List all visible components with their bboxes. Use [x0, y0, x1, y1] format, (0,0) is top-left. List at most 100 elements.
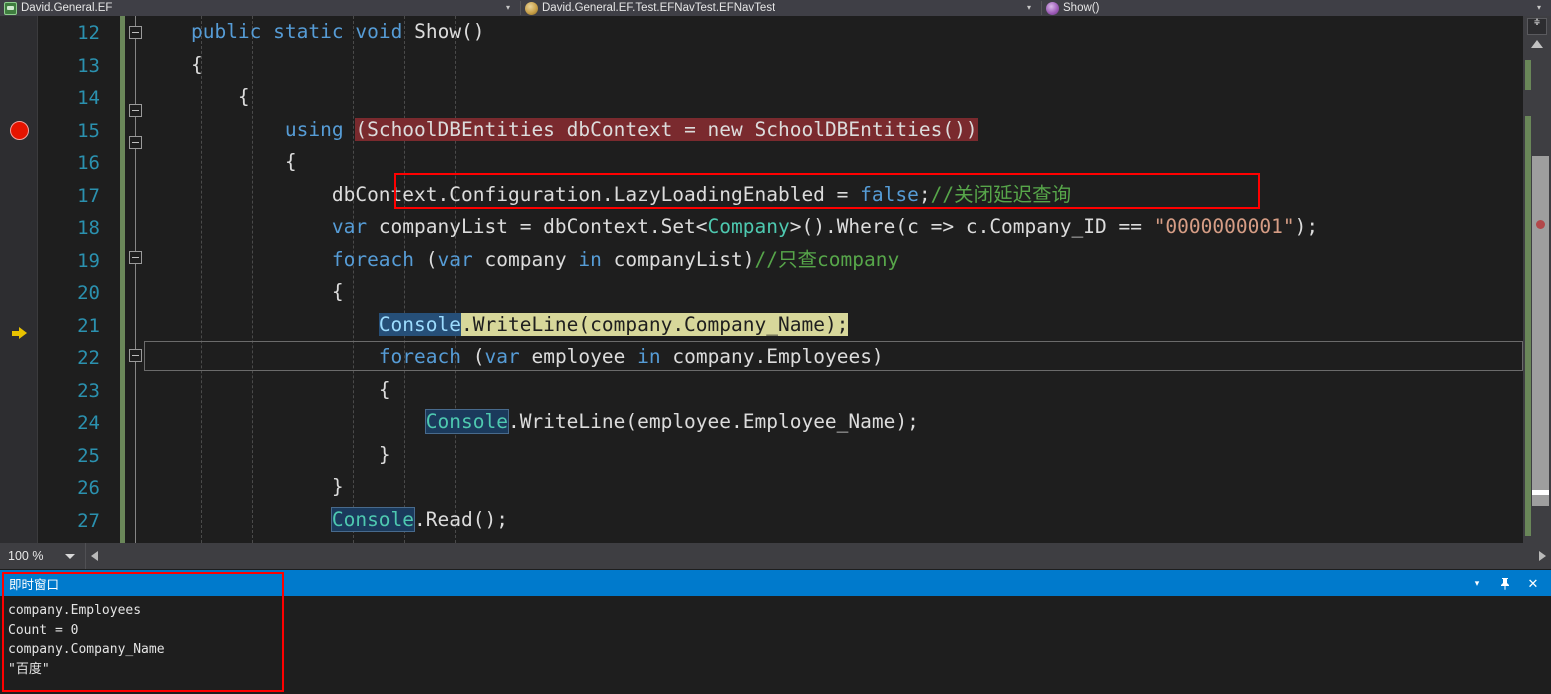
nav-project-dropdown[interactable]: David.General.EF ▾: [0, 0, 520, 16]
scrollbar-thumb[interactable]: [1532, 156, 1549, 506]
scrollbar-change-marker: [1525, 60, 1531, 90]
outline-collapse-toggle[interactable]: [129, 104, 142, 117]
token-brace: }: [378, 442, 391, 466]
line-number: 23: [77, 379, 100, 402]
nav-member-dropdown[interactable]: Show() ▾: [1042, 0, 1551, 16]
token-expression: (: [414, 247, 438, 271]
immediate-window-titlebar-actions: ▾ ✕: [1469, 575, 1551, 591]
token-keyword: void: [355, 20, 403, 43]
token-expression: (: [461, 345, 485, 368]
line-number: 20: [77, 282, 100, 304]
current-statement-arrow-icon: [12, 327, 27, 340]
token-expression: dbContext.Configuration.LazyLoadingEnabl…: [331, 182, 861, 206]
code-editor[interactable]: 12 13 14 15 16 17 18 19 20 21 22 23 24 2…: [0, 16, 1551, 543]
line-number: 14: [77, 87, 100, 109]
token-keyword: foreach: [331, 247, 415, 271]
breakpoint-highlight: (SchoolDBEntities dbContext = new School…: [355, 117, 978, 141]
immediate-window-titlebar[interactable]: 即时窗口 ▾ ✕: [0, 570, 1551, 596]
chevron-down-icon[interactable]: ▾: [1021, 0, 1037, 16]
code-line[interactable]: foreach (var company in companyList)//只查…: [144, 244, 1523, 277]
editor-status-strip: 100 %: [0, 543, 1551, 569]
chevron-down-icon[interactable]: [65, 554, 75, 559]
code-line[interactable]: Console.Read();: [144, 504, 1523, 537]
nav-project-label: David.General.EF: [21, 2, 113, 14]
token-keyword: using: [284, 117, 344, 141]
code-line[interactable]: {: [144, 146, 1523, 179]
code-line-breakpoint[interactable]: using (SchoolDBEntities dbContext = new …: [144, 114, 1523, 147]
close-icon[interactable]: ✕: [1525, 575, 1541, 591]
outline-collapse-toggle[interactable]: [129, 349, 142, 362]
line-number: 16: [77, 152, 100, 174]
token-comment: //只查company: [754, 247, 900, 271]
code-line-annotated[interactable]: dbContext.Configuration.LazyLoadingEnabl…: [144, 179, 1523, 212]
token-expression: );: [1294, 215, 1319, 238]
token-expression: employee: [519, 345, 638, 368]
line-number: 21: [77, 314, 100, 337]
line-number: 18: [77, 217, 100, 239]
scrollbar-caret-marker: [1532, 490, 1549, 495]
token-string: "0000000001": [1153, 215, 1295, 238]
code-navigation-bar: David.General.EF ▾ David.General.EF.Test…: [0, 0, 1551, 16]
line-number: 26: [77, 477, 100, 499]
line-number-gutter: 12 13 14 15 16 17 18 19 20 21 22 23 24 2…: [38, 16, 110, 543]
breakpoint-icon[interactable]: [10, 121, 29, 140]
token-semicolon: ;: [918, 182, 931, 206]
outline-collapse-toggle[interactable]: [129, 136, 142, 149]
chevron-down-icon[interactable]: ▾: [1469, 575, 1485, 591]
token-brace: {: [331, 280, 344, 303]
token-keyword: public: [190, 20, 262, 43]
code-text-area[interactable]: public static void Show() { { using (Sch…: [144, 16, 1523, 543]
token-type: Company: [707, 215, 790, 238]
token-keyword: in: [637, 345, 661, 368]
scroll-left-arrow-icon[interactable]: [91, 551, 98, 561]
outline-collapse-toggle[interactable]: [129, 26, 142, 39]
visual-studio-window: David.General.EF ▾ David.General.EF.Test…: [0, 0, 1551, 694]
code-line-current-statement[interactable]: Console.WriteLine(company.Company_Name);: [144, 309, 1523, 371]
token-expression: .Read();: [414, 507, 508, 531]
code-line[interactable]: {: [144, 374, 1523, 407]
token-expression: company.Employees): [660, 345, 884, 368]
scroll-up-arrow-icon[interactable]: [1531, 40, 1543, 48]
outlining-margin[interactable]: [128, 16, 144, 543]
line-number: 17: [77, 184, 100, 207]
nav-member-label: Show(): [1063, 2, 1100, 14]
line-number: 12: [77, 22, 100, 44]
token-keyword: in: [578, 247, 602, 271]
line-number: 27: [77, 509, 100, 532]
code-line[interactable]: public static void Show(): [144, 16, 1523, 49]
token-brace: {: [378, 377, 391, 401]
highlighted-token-console: Console: [424, 409, 509, 434]
scrollbar-breakpoint-marker: [1536, 220, 1545, 229]
line-number: 25: [77, 444, 100, 467]
split-view-handle[interactable]: ≑: [1527, 18, 1547, 35]
nav-type-dropdown[interactable]: David.General.EF.Test.EFNavTest.EFNavTes…: [521, 0, 1041, 16]
immediate-window-panel: 即时窗口 ▾ ✕ company.Employees Count = 0 com…: [0, 570, 1551, 694]
line-number: 15: [77, 119, 100, 142]
pin-icon[interactable]: [1497, 575, 1513, 591]
method-icon: [1046, 1, 1059, 15]
editor-vertical-scrollbar[interactable]: ≑: [1523, 16, 1551, 543]
code-line[interactable]: Console.WriteLine(employee.Employee_Name…: [144, 406, 1523, 439]
chevron-down-icon[interactable]: ▾: [1531, 0, 1547, 16]
token-brace: {: [190, 52, 203, 76]
outline-collapse-toggle[interactable]: [129, 251, 142, 264]
chevron-down-icon[interactable]: ▾: [500, 0, 516, 16]
line-number: 24: [77, 412, 100, 434]
token-keyword: var: [437, 247, 473, 271]
token-method-name: Show(): [414, 20, 485, 43]
editor-horizontal-scrollbar[interactable]: [85, 543, 1551, 569]
code-line[interactable]: {: [144, 276, 1523, 309]
code-line[interactable]: }: [144, 439, 1523, 472]
immediate-window-output[interactable]: company.Employees Count = 0 company.Comp…: [0, 596, 1551, 694]
code-line[interactable]: {: [144, 81, 1523, 114]
code-line[interactable]: var companyList = dbContext.Set<Company>…: [144, 211, 1523, 244]
scroll-right-arrow-icon[interactable]: [1539, 551, 1546, 561]
highlighted-token-console: Console: [330, 506, 416, 532]
code-line[interactable]: {: [144, 49, 1523, 82]
editor-indicator-margin[interactable]: [0, 16, 38, 543]
zoom-level-dropdown[interactable]: 100 %: [0, 543, 85, 569]
token-expression: .WriteLine(employee.Employee_Name);: [507, 410, 919, 433]
immediate-output-line: "百度": [8, 661, 50, 677]
code-line[interactable]: }: [144, 471, 1523, 504]
code-line[interactable]: foreach (var employee in company.Employe…: [144, 341, 1523, 374]
